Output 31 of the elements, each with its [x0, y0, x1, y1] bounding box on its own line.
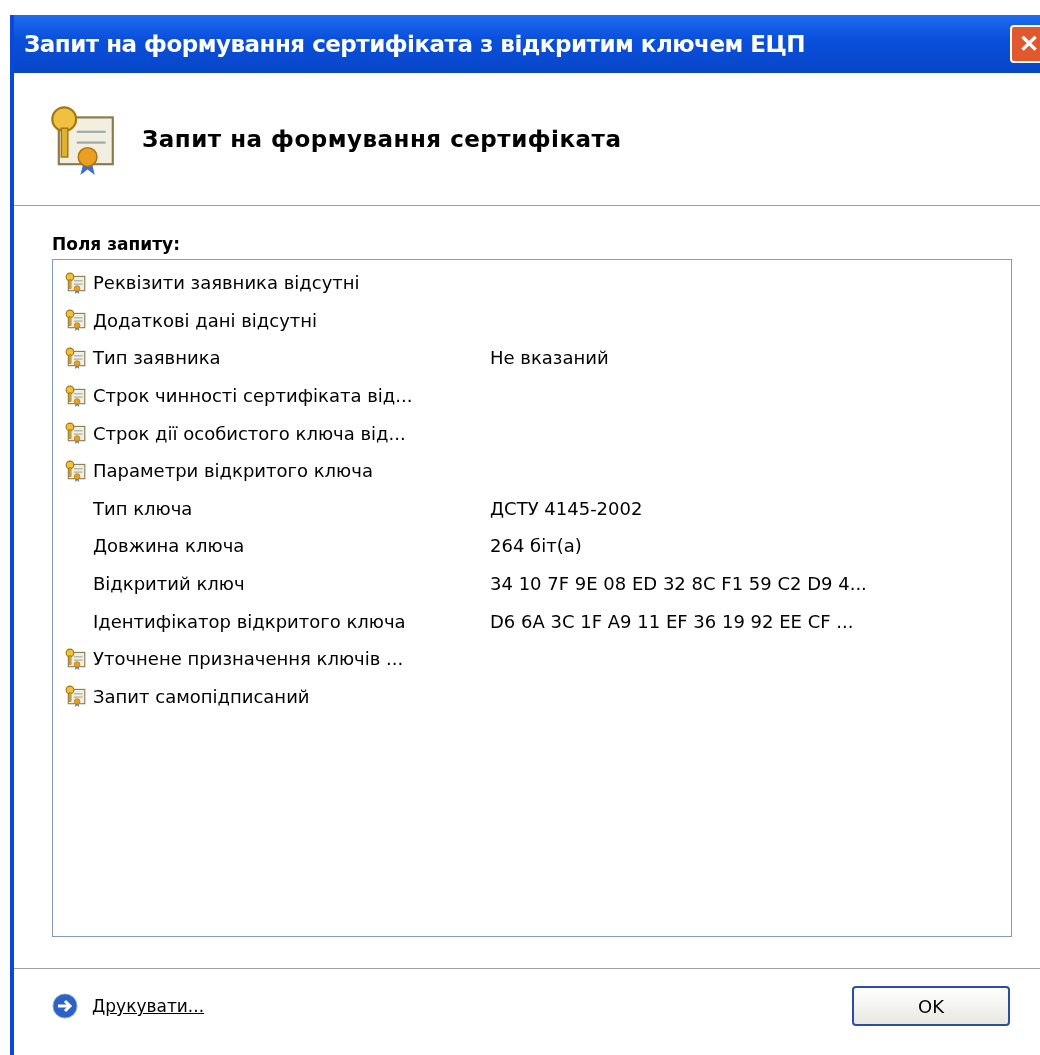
header-title: Запит на формування сертифіката: [142, 126, 622, 152]
field-name[interactable]: Реквізити заявника відсутні: [93, 272, 360, 294]
close-button[interactable]: ✕: [1010, 25, 1040, 63]
field-value: 264 біт(а): [490, 535, 582, 557]
field-value: ДСТУ 4145-2002: [490, 497, 643, 519]
field-value: Не вказаний: [490, 347, 609, 369]
certificate-icon: [65, 459, 87, 482]
field-name[interactable]: Відкритий ключ: [93, 573, 245, 595]
print-link[interactable]: Друкувати...: [92, 996, 205, 1016]
field-name[interactable]: Строк дії особистого ключа від...: [93, 422, 406, 444]
fields-label: Поля запиту:: [52, 234, 181, 254]
certificate-icon: [65, 685, 87, 708]
field-value: D6 6A 3C 1F A9 11 EF 36 19 92 EE CF ...: [490, 610, 854, 632]
field-name[interactable]: Строк чинності сертифіката від...: [93, 385, 413, 407]
field-name[interactable]: Довжина ключа: [93, 535, 245, 557]
certificate-icon: [65, 309, 87, 332]
field-name[interactable]: Тип ключа: [93, 497, 193, 519]
field-name[interactable]: Ідентифікатор відкритого ключа: [93, 610, 406, 632]
field-name[interactable]: Уточнене призначення ключів ...: [93, 648, 404, 670]
field-name[interactable]: Параметри відкритого ключа: [93, 460, 373, 482]
certificate-icon: [65, 271, 87, 294]
ok-button[interactable]: OK: [852, 986, 1010, 1026]
certificate-icon: [65, 347, 87, 369]
field-value: 34 10 7F 9E 08 ED 32 8C F1 59 C2 D9 4...: [490, 573, 867, 595]
field-name[interactable]: Запит самопідписаний: [93, 685, 310, 707]
field-name[interactable]: Тип заявника: [93, 347, 221, 369]
field-name[interactable]: Додаткові дані відсутні: [93, 309, 318, 331]
certificate-icon: [65, 384, 87, 407]
certificate-icon: [65, 647, 87, 670]
window-title: Запит на формування сертифіката з відкритим ключем ЕЦП: [24, 31, 806, 57]
certificate-icon: [65, 422, 87, 445]
